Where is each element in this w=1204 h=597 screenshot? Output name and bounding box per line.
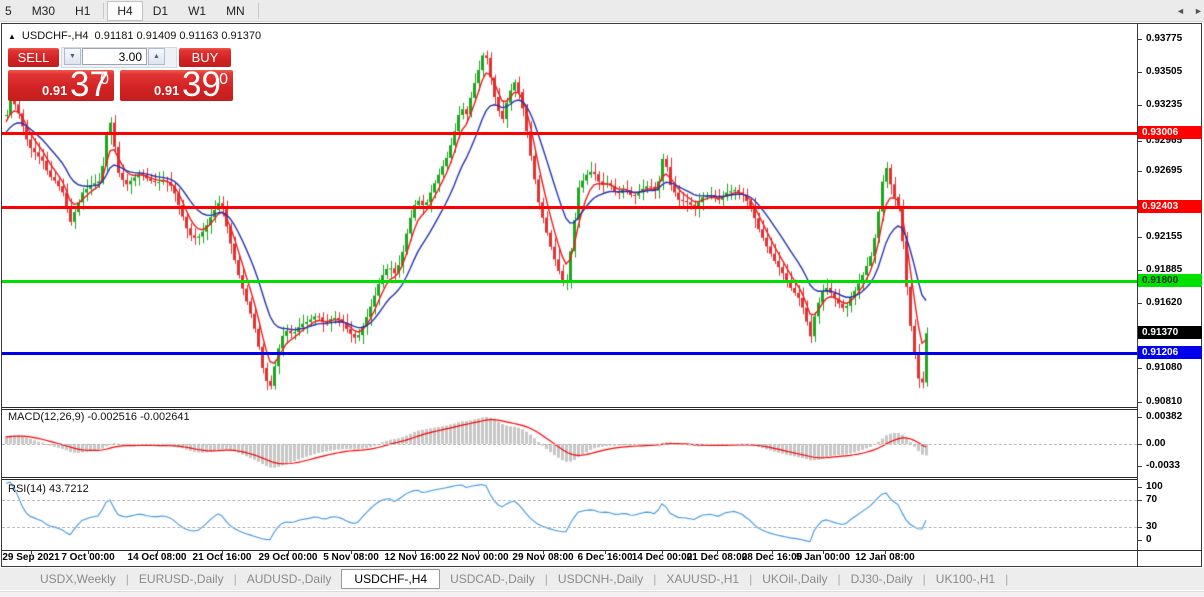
sell-price-pipette: 0 <box>100 71 109 89</box>
chart-title: ▲ USDCHF-,H4 0.91181 0.91409 0.91163 0.9… <box>8 30 261 42</box>
tab-separator: | <box>1005 572 1008 586</box>
rsi-level-dashed-line <box>2 527 1137 528</box>
rsi-label: RSI(14) 43.7212 <box>8 483 89 495</box>
price-axis-tick <box>1137 72 1142 73</box>
pane-separator[interactable] <box>2 407 1137 408</box>
chart-bottom-border <box>2 550 1202 551</box>
tab-usdcad-daily[interactable]: USDCAD-,Daily <box>440 569 545 589</box>
price-badge: 0.93006 <box>1138 126 1202 139</box>
tab-uk100-h1[interactable]: UK100-,H1 <box>926 569 1005 589</box>
chart-ohlc-values: 0.91181 0.91409 0.91163 0.91370 <box>95 30 262 42</box>
timeframe-button-5[interactable]: 5 <box>0 1 22 21</box>
price-badge: 0.91800 <box>1138 274 1202 287</box>
one-click-trading-panel: SELL BUY ▼ ▲ 0.91 37 0 0.91 39 0 <box>6 46 233 103</box>
price-axis-label: 0.93235 <box>1146 99 1182 111</box>
tab-usdcnh-daily[interactable]: USDCNH-,Daily <box>548 569 653 589</box>
status-strip <box>0 591 1204 597</box>
tab-dj30-daily[interactable]: DJ30-,Daily <box>841 569 923 589</box>
price-axis-tick <box>1137 237 1142 238</box>
buy-price-pipette: 0 <box>219 71 228 89</box>
trading-terminal-window: 5M30H1 H4D1W1MN ▲ USDCHF-,H4 0.91181 0.91… <box>0 0 1204 597</box>
timeframe-button-D1[interactable]: D1 <box>143 1 178 21</box>
buy-price-big-digits: 39 <box>182 67 221 102</box>
timeframe-button-H1[interactable]: H1 <box>65 1 100 21</box>
price-axis-tick <box>1137 39 1142 40</box>
buy-price-display[interactable]: 0.91 39 0 <box>120 70 233 101</box>
symbol-tab-bar: USDX,Weekly|EURUSD-,Daily|AUDUSD-,DailyU… <box>0 568 1204 590</box>
price-axis-label: 0.91620 <box>1146 297 1182 309</box>
price-axis-label: 0.92695 <box>1146 165 1182 177</box>
price-axis-label: 0.90810 <box>1146 396 1182 408</box>
macd-axis-label: 0.00382 <box>1146 411 1182 423</box>
tab-scroll-right-icon[interactable]: ► <box>1194 6 1203 16</box>
price-axis-tick <box>1137 105 1142 106</box>
timeframe-toolbar: 5M30H1 H4D1W1MN <box>0 0 1204 22</box>
price-badge: 0.92403 <box>1138 200 1202 213</box>
sell-button[interactable]: SELL <box>8 48 59 67</box>
price-axis-tick <box>1137 141 1142 142</box>
price-badge: 0.91206 <box>1138 346 1202 359</box>
tab-usdx-weekly[interactable]: USDX,Weekly <box>30 569 126 589</box>
tab-ukoil-daily[interactable]: UKOil-,Daily <box>752 569 837 589</box>
horizontal-level-line[interactable] <box>2 132 1137 135</box>
rsi-axis-label: 0 <box>1146 534 1152 546</box>
price-axis-tick <box>1137 270 1142 271</box>
horizontal-level-line[interactable] <box>2 280 1137 283</box>
tab-audusd-daily[interactable]: AUDUSD-,Daily <box>237 569 342 589</box>
pane-separator[interactable] <box>2 479 1137 480</box>
volume-increase-button[interactable]: ▲ <box>148 48 165 65</box>
date-axis-label[interactable]: 12 Jan 08:00 <box>840 552 930 563</box>
rsi-axis-label: 100 <box>1146 481 1163 493</box>
sell-price-display[interactable]: 0.91 37 0 <box>8 70 114 101</box>
timeframe-button-H4[interactable]: H4 <box>107 1 142 21</box>
pane-separator[interactable] <box>2 477 1137 478</box>
pane-separator[interactable] <box>2 409 1137 410</box>
rsi-axis-label: 70 <box>1146 494 1157 506</box>
macd-axis-tick <box>1137 417 1142 418</box>
timeframe-button-W1[interactable]: W1 <box>178 1 216 21</box>
macd-axis-label: 0.00 <box>1146 438 1165 450</box>
price-axis-tick <box>1137 303 1142 304</box>
toolbar-separator <box>103 3 104 19</box>
rsi-axis-tick <box>1137 540 1142 541</box>
rsi-level-dashed-line <box>2 500 1137 501</box>
rsi-axis-label: 30 <box>1146 521 1157 533</box>
timeframe-button-M30[interactable]: M30 <box>22 1 65 21</box>
tab-scroll-left-icon[interactable]: ◄ <box>1176 6 1185 16</box>
macd-zero-line <box>2 444 1137 445</box>
sell-price-prefix: 0.91 <box>42 83 67 98</box>
price-axis-tick <box>1137 402 1142 403</box>
tab-usdchf-h4[interactable]: USDCHF-,H4 <box>341 569 440 589</box>
price-axis-label: 0.93505 <box>1146 66 1182 78</box>
horizontal-level-line[interactable] <box>2 352 1137 355</box>
tab-eurusd-daily[interactable]: EURUSD-,Daily <box>129 569 234 589</box>
price-axis-label: 0.92155 <box>1146 231 1182 243</box>
collapse-triangle-icon[interactable]: ▲ <box>8 32 16 41</box>
timeframe-button-MN[interactable]: MN <box>216 1 255 21</box>
chart-symbol-label: USDCHF-,H4 <box>22 30 89 42</box>
tab-xauusd-h1[interactable]: XAUUSD-,H1 <box>656 569 749 589</box>
price-axis-tick <box>1137 368 1142 369</box>
rsi-axis-tick <box>1137 500 1142 501</box>
price-axis-tick <box>1137 171 1142 172</box>
macd-axis-label: -0.0033 <box>1146 460 1180 472</box>
rsi-axis-tick <box>1137 527 1142 528</box>
rsi-axis-tick <box>1137 487 1142 488</box>
horizontal-level-line[interactable] <box>2 206 1137 209</box>
buy-price-prefix: 0.91 <box>154 83 179 98</box>
price-axis-label: 0.91080 <box>1146 362 1182 374</box>
price-badge: 0.91370 <box>1138 326 1202 339</box>
rsi-canvas[interactable] <box>2 481 1137 549</box>
toolbar-separator <box>258 3 259 19</box>
volume-decrease-button[interactable]: ▼ <box>64 48 81 65</box>
price-axis-label: 0.93775 <box>1146 33 1182 45</box>
macd-axis-tick <box>1137 444 1142 445</box>
macd-axis-tick <box>1137 466 1142 467</box>
macd-label: MACD(12,26,9) -0.002516 -0.002641 <box>8 411 190 423</box>
volume-input[interactable] <box>82 48 147 65</box>
